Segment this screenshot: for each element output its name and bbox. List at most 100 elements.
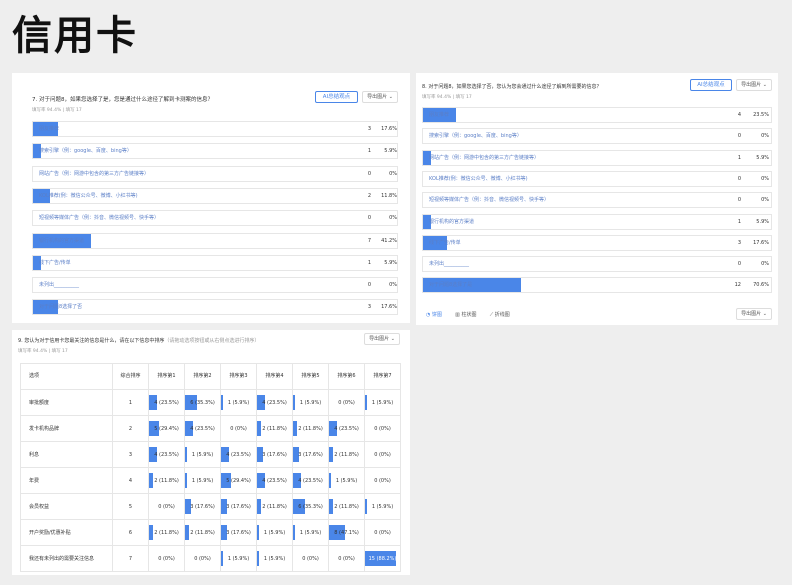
rank-cell-value: 4 (23.5%) <box>226 451 251 458</box>
row-overall-rank: 3 <box>112 441 149 468</box>
table-row: 发卡机构品牌 2 5 (29.4%) 4 (23.5%) 0 (0%) 2 (11.8%)… <box>20 415 401 442</box>
option-percent: 0% <box>389 215 397 222</box>
rank-cell: 2 (11.8%) <box>184 519 221 546</box>
rank-cell: 1 (5.9%) <box>220 389 257 416</box>
view-line-label[interactable]: 折线图 <box>495 312 510 318</box>
ai-summary-button-q8[interactable]: AI总结观点 <box>690 79 732 91</box>
rank-cell: 1 (5.9%) <box>184 441 221 468</box>
rank-cell-bar <box>257 499 262 514</box>
option-label: 网站广告（例：网游中包含的第三方广告链接等） <box>429 154 540 161</box>
row-option-label: 审批额度 <box>20 389 113 416</box>
rank-cell-value: 0 (0%) <box>338 399 355 406</box>
export-image-button-q7[interactable]: 导出图片 ⌄ <box>362 91 398 103</box>
rank-cell-value: 4 (23.5%) <box>262 399 287 406</box>
table-row: 年费 4 2 (11.8%) 1 (5.9%) 5 (29.4%) 4 (23.5%) 4 … <box>20 467 401 494</box>
rank-cell: 1 (5.9%) <box>184 467 221 494</box>
header-overall-rank: 综合排序 <box>112 363 149 390</box>
rank-cell: 4 (23.5%) <box>220 441 257 468</box>
rank-cell: 3 (17.6%) <box>292 441 329 468</box>
rank-cell-bar <box>149 473 154 488</box>
rank-cell-value: 0 (0%) <box>374 477 391 484</box>
export-image-button-q8-bottom[interactable]: 导出图片 ⌄ <box>736 308 772 320</box>
rank-cell-value: 2 (11.8%) <box>298 425 323 432</box>
row-option-label: 年费 <box>20 467 113 494</box>
rank-cell-value: 0 (0%) <box>158 503 175 510</box>
rank-cell-value: 0 (0%) <box>374 451 391 458</box>
rank-cell-bar <box>329 473 332 488</box>
rank-cell: 0 (0%) <box>220 415 257 442</box>
option-percent: 23.5% <box>753 112 769 118</box>
rank-cell: 5 (29.4%) <box>148 415 185 442</box>
rank-cell-bar <box>293 525 296 540</box>
rank-cell: 0 (0%) <box>184 545 221 572</box>
question-8-meta: 填写率 94.4% | 填写 17 <box>422 95 472 100</box>
option-row: 网站广告（例：网游中包含的第三方广告链接等） 1 5.9% <box>422 149 772 166</box>
question-8-card: 8. 对于问题8，如果您选择了否，您认为您会通过什么途径了解到所需要的信息？ 填… <box>416 73 778 325</box>
ranking-table-header: 选项 综合排序 排序第1 排序第2 排序第3 排序第4 排序第5 排序第6 排序第7 <box>20 363 401 390</box>
rank-cell-value: 2 (11.8%) <box>154 477 179 484</box>
rank-cell-value: 0 (0%) <box>194 555 211 562</box>
option-label: 对于问题8选择了否 <box>39 304 83 311</box>
rank-cell: 1 (5.9%) <box>364 389 401 416</box>
rank-cell-value: 1 (5.9%) <box>227 555 250 562</box>
option-count: 1 <box>367 148 371 155</box>
row-option-label: 会员权益 <box>20 493 113 520</box>
option-row: KOL推荐(例：微信公众号、微博、小红书等) 2 11.8% <box>32 187 398 204</box>
ai-summary-button-q7[interactable]: AI总结观点 <box>315 91 358 103</box>
rank-cell: 1 (5.9%) <box>292 389 329 416</box>
option-count: 1 <box>737 154 741 161</box>
option-percent: 0% <box>761 133 769 140</box>
table-row: 会员权益 5 0 (0%) 3 (17.6%) 3 (17.6%) 2 (11.8%) 6 … <box>20 493 401 520</box>
rank-cell: 0 (0%) <box>148 545 185 572</box>
rank-cell-value: 4 (23.5%) <box>334 425 359 432</box>
table-row: 我还有未列出的需要关注信息 7 0 (0%) 0 (0%) 1 (5.9%) 1 (5.9… <box>20 545 401 572</box>
rank-cell-value: 3 (17.6%) <box>226 503 251 510</box>
rank-cell: 2 (11.8%) <box>256 415 293 442</box>
rank-cell: 4 (23.5%) <box>256 389 293 416</box>
rank-cell-value: 8 (47.1%) <box>334 529 359 536</box>
rank-cell-bar <box>185 447 188 462</box>
option-label: 银行机构的官方渠道 <box>429 218 475 225</box>
row-overall-rank: 7 <box>112 545 149 572</box>
rank-cell-bar <box>365 499 368 514</box>
export-image-button-q9[interactable]: 导出图片 ⌄ <box>364 333 400 345</box>
rank-cell: 4 (23.5%) <box>184 415 221 442</box>
rank-cell: 1 (5.9%) <box>220 545 257 572</box>
rank-cell: 3 (17.6%) <box>256 441 293 468</box>
export-image-button-q8[interactable]: 导出图片 ⌄ <box>736 79 772 91</box>
rank-cell-value: 1 (5.9%) <box>227 399 250 406</box>
rank-cell-value: 2 (11.8%) <box>190 529 215 536</box>
option-label: KOL推荐(例：微信公众号、微博、小红书等) <box>39 192 138 199</box>
option-count: 0 <box>367 282 371 289</box>
rank-cell: 1 (5.9%) <box>292 519 329 546</box>
rank-cell: 2 (11.8%) <box>328 493 365 520</box>
option-label: 搜索引擎（例：google、百度、bing等） <box>39 148 132 155</box>
option-row: 朋友推荐 3 17.6% <box>32 121 398 137</box>
option-label: 线下广告/传单 <box>429 239 461 246</box>
option-row: 未列出__________ 0 0% <box>422 256 772 273</box>
rank-cell: 2 (11.8%) <box>256 493 293 520</box>
option-row: 线下广告/传单 3 17.6% <box>422 234 772 251</box>
option-count: 3 <box>367 304 371 311</box>
view-pie-label[interactable]: 饼图 <box>432 312 442 318</box>
rank-cell: 6 (35.3%) <box>292 493 329 520</box>
rank-cell-bar <box>221 551 224 566</box>
rank-cell-bar <box>329 499 334 514</box>
rank-cell: 0 (0%) <box>364 519 401 546</box>
rank-cell-value: 3 (17.6%) <box>262 451 287 458</box>
option-percent: 5.9% <box>384 259 397 266</box>
option-row: 网站广告（例：网游中包含的第三方广告链接等） 0 0% <box>32 165 398 182</box>
option-label: KOL推荐(例：微信公众号、微博、小红书等) <box>429 175 528 182</box>
option-percent: 17.6% <box>381 126 397 132</box>
header-rank-6: 排序第6 <box>328 363 365 390</box>
rank-cell-value: 1 (5.9%) <box>191 477 214 484</box>
header-rank-5: 排序第5 <box>292 363 329 390</box>
rank-cell: 0 (0%) <box>328 545 365 572</box>
row-option-label: 开户奖励/优惠补贴 <box>20 519 113 546</box>
rank-cell-value: 3 (17.6%) <box>298 451 323 458</box>
table-row: 开户奖励/优惠补贴 6 2 (11.8%) 2 (11.8%) 3 (17.6%) 1 (… <box>20 519 401 546</box>
option-row: 未列出__________ 0 0% <box>32 277 398 294</box>
row-overall-rank: 2 <box>112 415 149 442</box>
rank-cell: 1 (5.9%) <box>256 519 293 546</box>
view-bar-label[interactable]: 柱状图 <box>461 312 476 318</box>
